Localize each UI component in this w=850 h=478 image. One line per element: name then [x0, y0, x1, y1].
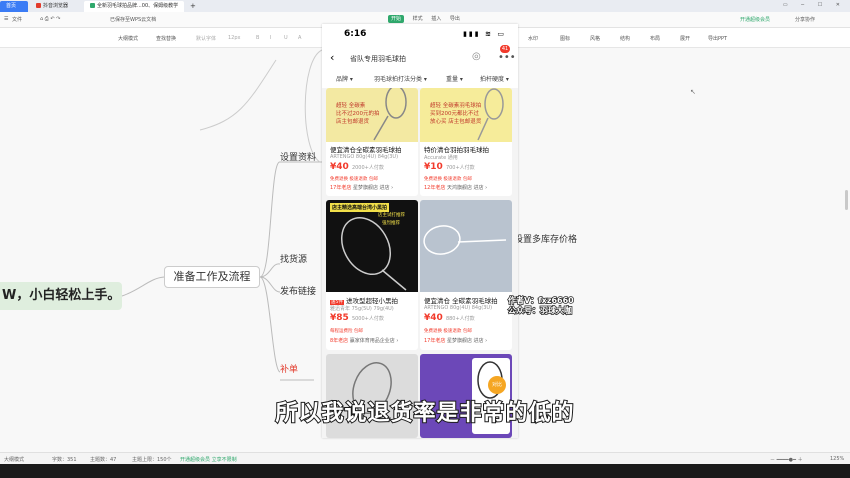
mindmap-node-price[interactable]: 设置多库存价格 — [514, 232, 577, 245]
product-price: ¥85 5000+人付款 — [330, 313, 384, 323]
compare-button[interactable]: 对比 — [488, 376, 506, 394]
shop-link[interactable]: 12年老店 天鸿旗舰店 进店 › — [424, 184, 487, 191]
filter-weight[interactable]: 重量 ▾ — [446, 74, 463, 83]
sold-count: 5000+人付款 — [351, 316, 384, 322]
shop-name: 星梦旗舰店 进店 › — [446, 338, 488, 344]
filter-brand[interactable]: 品牌 ▾ — [336, 74, 353, 83]
product-image: 超轻 全碳素 比不过200元的拍 店主包邮退货 — [326, 88, 418, 142]
camera-icon[interactable]: ◎ — [472, 51, 481, 62]
product-card[interactable]: 店主精选高端台湾小黑拍 店主试打推荐 强烈推荐 送5件 进攻型超轻小黑拍 雅迅青… — [326, 200, 418, 350]
zoom-level: 125% — [830, 456, 845, 462]
racket-icon — [373, 88, 407, 141]
product-image: 超轻 全碳素羽毛球拍 买到200元都比不过 放心买 店主包邮退货 — [420, 88, 512, 142]
mindmap-node-replenish[interactable]: 补单 — [280, 362, 298, 375]
mindmap-node-intro[interactable]: W，小白轻松上手。 — [0, 282, 122, 310]
product-card[interactable]: 超轻 全碳素羽毛球拍 买到200元都比不过 放心买 店主包邮退货 特价清仓羽拍羽… — [420, 88, 512, 196]
mindmap-node-publish[interactable]: 发布链接 — [280, 284, 316, 297]
product-tags: 免费退换 极速退款 包邮 — [424, 329, 472, 334]
vip-promo-link[interactable]: 开通超级会员 立享不限制 — [180, 456, 237, 463]
shop-link[interactable]: 17年老店 星梦旗舰店 进店 › — [330, 184, 393, 191]
product-card[interactable]: 便宜清仓 全碳素羽毛球拍 ARTENGO 80g(4U) 84g(3U) ¥40… — [420, 200, 512, 350]
racket-icon — [477, 88, 504, 141]
shop-year: 17年老店 — [330, 185, 352, 191]
back-arrow-icon[interactable]: ‹ — [330, 51, 334, 64]
video-subtitle: 所以我说退货率是非常的低的 — [0, 395, 850, 427]
subtitle-text: 所以我说退货率是非常的低的 — [274, 400, 575, 427]
product-card[interactable]: 超轻 全碳素 比不过200元的拍 店主包邮退货 便宜清仓全碳素羽毛球拍 ARTE… — [326, 88, 418, 196]
shop-link[interactable]: 8年老店 赢家体育用品企业店 › — [330, 337, 398, 344]
outline-mode-status[interactable]: 大纲模式 — [4, 456, 24, 463]
filter-play-style[interactable]: 羽毛球拍打法分类 ▾ — [374, 74, 427, 83]
product-title: 便宜清仓 全碳素羽毛球拍 — [424, 297, 498, 305]
phone-screen: 6:16 ▮▮▮ ≋ ▭ ‹ 省队专用羽毛球拍 ◎ ••• 41 品牌 ▾ 羽毛… — [322, 24, 518, 438]
video-bottom-bar — [0, 464, 850, 478]
zoom-slider[interactable]: － ━━━━●━ ＋ — [770, 456, 803, 463]
mindmap-node-root[interactable]: 准备工作及流程 — [164, 266, 260, 288]
sold-count: 880+人付款 — [445, 316, 475, 322]
product-spec: ARTENGO 80g(4U) 84g(3U) — [424, 305, 493, 311]
product-title: 送5件 进攻型超轻小黑拍 — [330, 297, 398, 305]
more-icon[interactable]: ••• — [498, 52, 516, 63]
signal-wifi-battery-icon: ▮▮▮ ≋ ▭ — [463, 30, 506, 38]
product-title: 特价清仓羽拍羽毛球拍 — [424, 146, 489, 154]
mindmap-node-setup[interactable]: 设置资料 — [280, 150, 316, 163]
watermark-line: 公众号：羽球大咖 — [507, 305, 572, 316]
phone-time: 6:16 — [344, 29, 367, 39]
shop-name: 天鸿旗舰店 进店 › — [446, 185, 488, 191]
status-bar: 大纲模式 字数：351 主题数：47 主题上限：150个 开通超级会员 立享不限… — [0, 452, 850, 464]
shop-year: 12年老店 — [424, 185, 446, 191]
filter-stiffness[interactable]: 拍杆硬度 ▾ — [480, 74, 509, 83]
shop-name: 星梦旗舰店 进店 › — [352, 185, 394, 191]
sold-count: 700+人付款 — [445, 165, 475, 171]
phone-status-bar: 6:16 ▮▮▮ ≋ ▭ — [322, 24, 518, 44]
topic-count: 主题数：47 — [90, 457, 117, 463]
product-image — [420, 200, 512, 292]
shop-name: 赢家体育用品企业店 › — [349, 338, 399, 344]
shop-link[interactable]: 17年老店 星梦旗舰店 进店 › — [424, 337, 487, 344]
product-price: ¥40 880+人付款 — [424, 313, 475, 323]
product-image: 店主精选高端台湾小黑拍 店主试打推荐 强烈推荐 — [326, 200, 418, 292]
vertical-scrollbar[interactable] — [845, 190, 848, 210]
product-price: ¥40 2000+人付款 — [330, 162, 384, 172]
watermark-line: 作者V：fxz6660 — [507, 295, 574, 306]
shop-year: 8年老店 — [330, 338, 349, 344]
racket-icon — [423, 225, 507, 255]
racket-icon — [341, 217, 407, 291]
price-value: 40 — [430, 313, 443, 323]
product-title: 便宜清仓全碳素羽毛球拍 — [330, 146, 402, 154]
search-bar: ‹ 省队专用羽毛球拍 ◎ ••• 41 — [322, 45, 518, 70]
mouse-cursor-icon: ↖ — [690, 88, 696, 96]
price-value: 85 — [336, 313, 349, 323]
price-value: 10 — [430, 162, 443, 172]
shop-year: 17年老店 — [424, 338, 446, 344]
product-tags: 免费退换 极速退款 包邮 — [424, 177, 472, 182]
product-spec: ARTENGO 80g(4U) 84g(3U) — [330, 154, 399, 160]
product-tags: 每程运费险 包邮 — [330, 329, 363, 334]
message-badge: 41 — [500, 45, 510, 53]
author-watermark: 作者V：fxz6660 公众号：羽球大咖 — [507, 295, 574, 316]
product-grid: 超轻 全碳素 比不过200元的拍 店主包邮退货 便宜清仓全碳素羽毛球拍 ARTE… — [322, 88, 518, 438]
product-spec: Accurate 通用 — [424, 155, 458, 161]
filter-bar: 品牌 ▾ 羽毛球拍打法分类 ▾ 重量 ▾ 拍杆硬度 ▾ — [322, 72, 518, 86]
search-input[interactable]: 省队专用羽毛球拍 — [350, 54, 406, 64]
product-spec: 雅迅青年 75g(5U) 79g(4U) — [330, 306, 394, 312]
product-price: ¥10 700+人付款 — [424, 162, 475, 172]
product-tags: 免费退换 极速退款 包邮 — [330, 177, 378, 182]
word-count: 字数：351 — [52, 457, 77, 463]
sold-count: 2000+人付款 — [351, 165, 384, 171]
price-value: 40 — [336, 162, 349, 172]
topic-limit: 主题上限：150个 — [132, 457, 172, 463]
mindmap-node-sourcing[interactable]: 找货源 — [280, 252, 307, 265]
